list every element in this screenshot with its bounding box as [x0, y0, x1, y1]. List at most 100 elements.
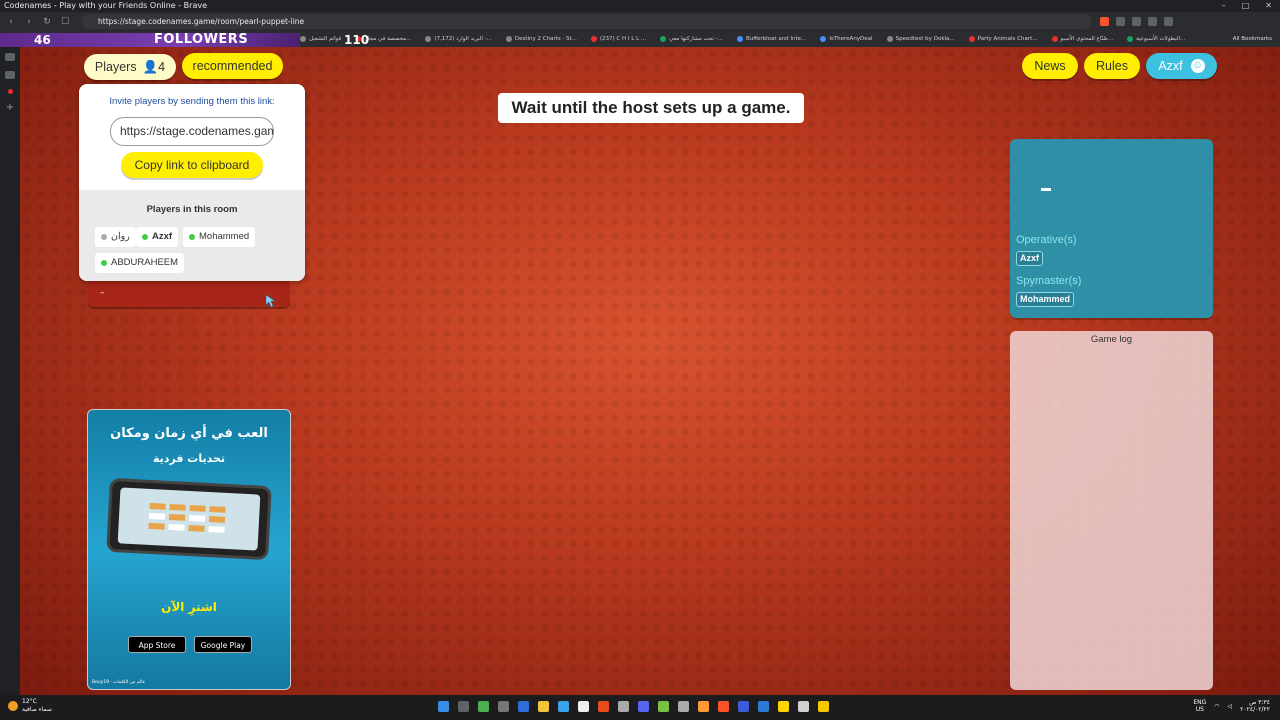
- rules-button[interactable]: Rules: [1084, 53, 1140, 79]
- ad-banner[interactable]: العب في أي زمان ومكان تحديات فردية اشترِ…: [87, 409, 291, 690]
- player-chip[interactable]: ABDURAHEEM: [95, 253, 185, 273]
- app-icon[interactable]: [658, 701, 669, 712]
- wallet-icon[interactable]: [1148, 17, 1157, 26]
- app-icon[interactable]: [778, 701, 789, 712]
- clock-date: ٢٠٢٤/٠٢/٢٢: [1240, 706, 1270, 713]
- spymaster-label: Spymaster(s): [1016, 275, 1082, 287]
- task-view-icon[interactable]: [458, 701, 469, 712]
- sidebar-add-icon[interactable]: +: [5, 103, 15, 113]
- bookmark-item[interactable]: Party Animals Chart...: [968, 36, 1038, 42]
- user-menu-button[interactable]: Azxf ☺: [1146, 53, 1217, 79]
- extensions-icon[interactable]: [1116, 17, 1125, 26]
- bookmark-item[interactable]: Bufferbloat and Inte...: [736, 36, 806, 42]
- game-log-panel[interactable]: Game log: [1010, 331, 1213, 690]
- copy-link-button[interactable]: Copy link to clipboard: [121, 152, 263, 178]
- app-icon[interactable]: [678, 701, 689, 712]
- phone-illustration: [106, 477, 272, 561]
- sidebar-app-icon[interactable]: [5, 71, 15, 79]
- weather-widget[interactable]: 12°C سماء صافية: [8, 698, 52, 714]
- player-chip[interactable]: Azxf: [136, 227, 179, 247]
- bookmark-item[interactable]: Destiny 2 Charts · St...: [505, 36, 577, 42]
- players-heading: Players in this room: [146, 204, 238, 215]
- bookmark-item[interactable]: قوائم التشغيل: [300, 36, 341, 42]
- brave-icon[interactable]: [718, 701, 729, 712]
- sidebar-youtube-icon[interactable]: [7, 89, 13, 94]
- window-titlebar: Codenames - Play with your Friends Onlin…: [0, 0, 1280, 12]
- app-icon[interactable]: [498, 701, 509, 712]
- start-icon[interactable]: [438, 701, 449, 712]
- app-icon[interactable]: [798, 701, 809, 712]
- minimize-icon[interactable]: –: [1222, 0, 1226, 12]
- back-icon[interactable]: ‹: [4, 15, 18, 29]
- sidebar-panel-icon[interactable]: [5, 53, 15, 61]
- reload-icon[interactable]: ↻: [40, 15, 54, 29]
- language-indicator[interactable]: ENG US: [1193, 699, 1206, 713]
- temperature: 12°C: [22, 698, 37, 705]
- app-icon[interactable]: [518, 701, 529, 712]
- smiley-icon: ☺: [1190, 59, 1205, 73]
- recommended-button[interactable]: recommended: [182, 53, 283, 79]
- wifi-icon[interactable]: ◠: [1214, 703, 1219, 710]
- players-in-room: Players in this room روان Azxf Mohammed …: [79, 190, 305, 281]
- bookmark-item[interactable]: تحت مشاركتها معي -...: [660, 36, 723, 42]
- forward-icon[interactable]: ›: [22, 15, 36, 29]
- window-title: Codenames - Play with your Friends Onlin…: [4, 1, 208, 10]
- stream-overlay: 46 FOLLOWERS: [0, 33, 300, 47]
- file-explorer-icon[interactable]: [538, 701, 549, 712]
- lang-line1: ENG: [1193, 699, 1207, 706]
- news-button[interactable]: News: [1022, 53, 1078, 79]
- volume-icon[interactable]: ◁: [1228, 703, 1233, 710]
- brave-shield-icon[interactable]: [1100, 17, 1109, 26]
- taskbar-apps: [438, 701, 829, 712]
- weather-icon: [8, 701, 18, 711]
- sidebar-toggle-icon[interactable]: [1132, 17, 1141, 26]
- close-icon[interactable]: ✕: [1265, 0, 1272, 12]
- app-icon[interactable]: [698, 701, 709, 712]
- app-icon[interactable]: [578, 701, 589, 712]
- ad-footer: Bouy19 · عالم من الكلمات: [92, 680, 146, 685]
- operatives-label: Operative(s): [1016, 234, 1077, 246]
- bookmark-item[interactable]: (237) C H I L L ...: [590, 36, 646, 42]
- google-play-badge[interactable]: Google Play: [194, 636, 252, 653]
- bookmark-item[interactable]: البطولات الأسبوعية...: [1127, 36, 1185, 42]
- operative-name: Azxf: [1016, 251, 1044, 266]
- app-icon[interactable]: [738, 701, 749, 712]
- app-icon[interactable]: [618, 701, 629, 712]
- players-button[interactable]: Players 👤 4: [84, 54, 176, 80]
- bookmark-item[interactable]: صُنّاع المحتوى الأسبو...: [1051, 36, 1113, 42]
- followers-label: FOLLOWERS: [154, 32, 249, 47]
- discord-icon[interactable]: [638, 701, 649, 712]
- app-icon[interactable]: [558, 701, 569, 712]
- bookmark-item[interactable]: Speedtest by Ookla...: [886, 36, 955, 42]
- firefox-icon[interactable]: [598, 701, 609, 712]
- app-store-badge[interactable]: App Store: [128, 636, 186, 653]
- players-count: 4: [158, 60, 166, 74]
- player-chip[interactable]: Mohammed: [183, 227, 256, 247]
- clock[interactable]: ٣:٣٤ ص ٢٠٢٤/٠٢/٢٢: [1240, 699, 1270, 713]
- blue-team-card: Operative(s) Azxf Spymaster(s) Mohammed: [1010, 139, 1213, 318]
- player-chip[interactable]: روان: [95, 227, 136, 247]
- invite-hint: Invite players by sending them this link…: [109, 96, 275, 107]
- lang-line2: US: [1195, 706, 1204, 713]
- vscode-icon[interactable]: [758, 701, 769, 712]
- status-message: Wait until the host sets up a game.: [498, 93, 804, 123]
- clock-time: ٣:٣٤ ص: [1249, 699, 1270, 706]
- followers-count-right: 110: [344, 33, 370, 47]
- bookmark-item[interactable]: البريد الوارد (7,172) -...: [425, 36, 492, 42]
- minecraft-icon[interactable]: [478, 701, 489, 712]
- all-bookmarks-button[interactable]: All Bookmarks: [1233, 31, 1272, 47]
- user-name: Azxf: [1158, 59, 1183, 73]
- invite-link-field[interactable]: https://stage.codenames.game/room/pearl-…: [110, 117, 274, 146]
- menu-icon[interactable]: [1164, 17, 1173, 26]
- taskbar: 12°C سماء صافية ENG US ◠ ◁ ٣:٣٤ ص ٢٠٢٤/٠…: [0, 695, 1280, 720]
- spymaster-name: Mohammed: [1016, 292, 1075, 307]
- blue-team-score: [1041, 188, 1051, 191]
- bookmark-icon[interactable]: ☐: [58, 15, 72, 29]
- app-icon[interactable]: [818, 701, 829, 712]
- red-team-card: –: [88, 281, 290, 307]
- bookmark-item[interactable]: IsThereAnyDeal: [820, 36, 873, 42]
- url-field[interactable]: https://stage.codenames.game/room/pearl-…: [82, 14, 1092, 29]
- players-label: Players: [94, 60, 137, 74]
- maximize-icon[interactable]: □: [1242, 0, 1250, 12]
- ad-cta[interactable]: اشترِ الآن: [88, 600, 290, 614]
